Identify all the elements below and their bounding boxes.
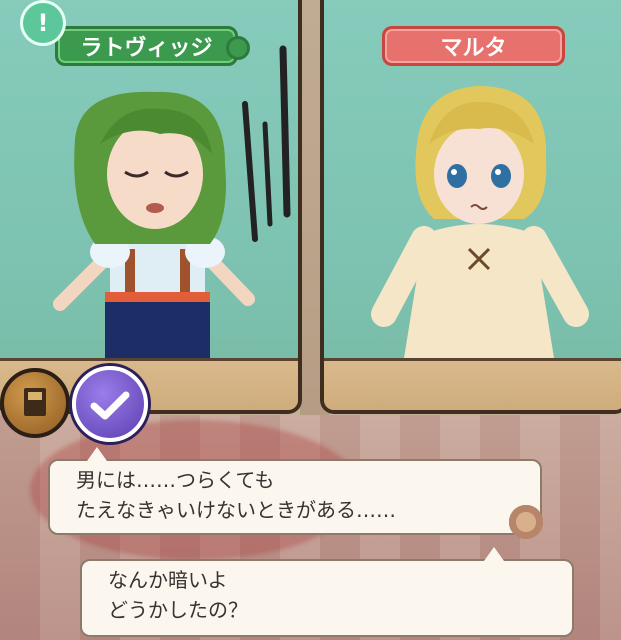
bubble-tail xyxy=(484,547,504,561)
dialogue-line-1: 男には……つらくても xyxy=(76,468,275,492)
dialogue-box-speaker: 男には……つらくても たえなきゃいけないときがある…… xyxy=(48,447,542,535)
plate-knob xyxy=(226,36,250,60)
alert-symbol: ! xyxy=(37,9,49,37)
speaker-name-left: ラトヴィッジ xyxy=(80,36,213,61)
book-icon xyxy=(24,388,46,416)
check-button[interactable] xyxy=(72,366,148,442)
dialogue-line-2: たえなきゃいけないときがある…… xyxy=(76,498,396,522)
check-icon xyxy=(90,391,130,420)
speaker-name-plate-right: マルタ xyxy=(382,26,565,66)
book-button[interactable] xyxy=(0,368,70,438)
speaker-name-plate-left: ラトヴィッジ xyxy=(55,26,238,66)
bubble-tail xyxy=(87,447,107,461)
reply-line-2: どうかしたの？ xyxy=(108,598,248,622)
replay-icon[interactable] xyxy=(506,502,546,542)
exclamation-icon[interactable]: ! xyxy=(23,3,63,43)
reply-line-1: なんか暗いよ xyxy=(108,568,228,592)
dialogue-box-reply: なんか暗いよ どうかしたの？ xyxy=(80,547,574,637)
speaker-name-right: マルタ xyxy=(440,36,507,61)
right-panel-base xyxy=(324,358,621,410)
